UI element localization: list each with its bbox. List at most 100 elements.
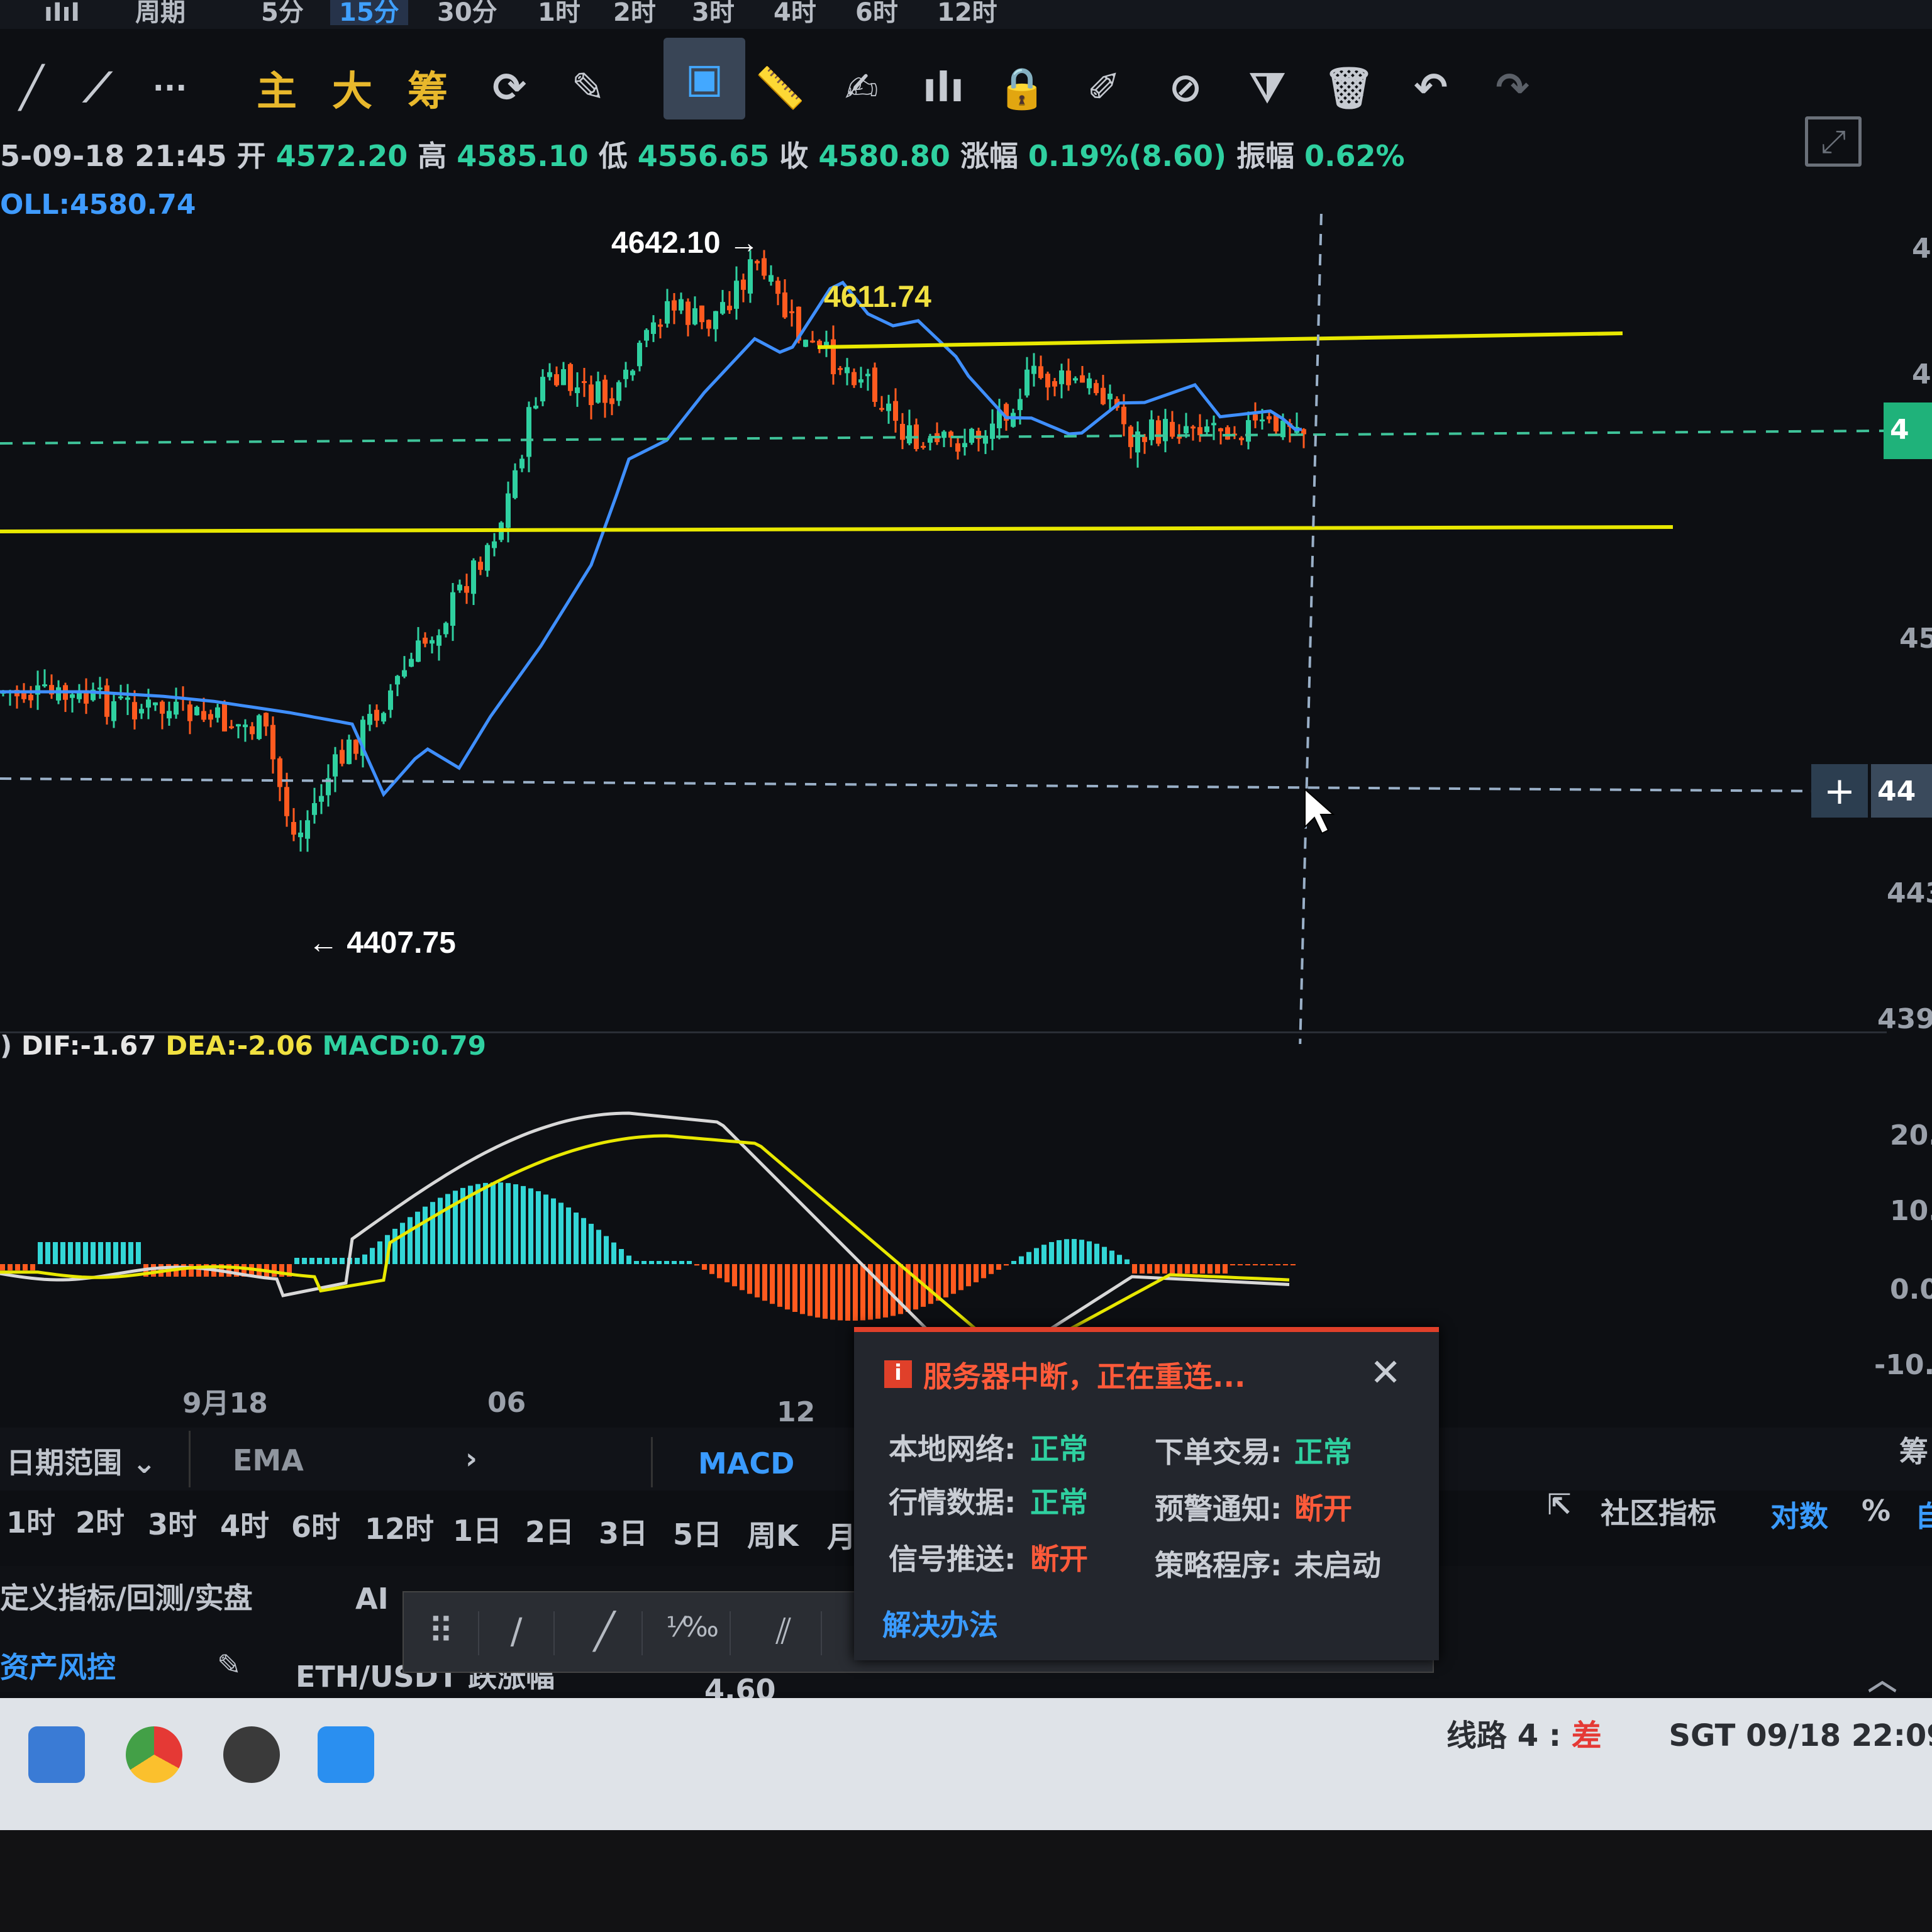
magnet-icon[interactable]: ⊘: [1154, 57, 1217, 119]
interval-4h[interactable]: 4时: [220, 1503, 269, 1545]
macd-bar: [1170, 1264, 1175, 1274]
price-axis-tick: 443: [1887, 877, 1932, 909]
candle-body: [817, 340, 822, 346]
macd-bar: [815, 1264, 820, 1318]
drag-handle-icon[interactable]: ⠿: [404, 1611, 479, 1655]
media-app-icon[interactable]: [223, 1726, 280, 1783]
brush-icon[interactable]: ✍: [830, 57, 893, 119]
chevron-right-icon[interactable]: ›: [465, 1441, 477, 1475]
note-icon[interactable]: ✐: [1072, 57, 1135, 119]
interval-week[interactable]: 周K: [747, 1513, 799, 1555]
price-axis-tick: 4: [1912, 233, 1931, 265]
macd-bar: [770, 1264, 775, 1304]
interval-1h[interactable]: 1时: [6, 1500, 55, 1541]
segment-tool-icon[interactable]: /: [479, 1611, 555, 1655]
macd-bar: [664, 1261, 669, 1264]
macd-bar: [332, 1258, 337, 1264]
pen-settings-icon[interactable]: ✎: [557, 57, 619, 119]
macd-bar: [574, 1213, 579, 1264]
chip-button[interactable]: 筹: [396, 57, 459, 119]
app-icon[interactable]: [28, 1726, 85, 1783]
chrome-icon[interactable]: [126, 1726, 182, 1783]
candle-body: [1184, 426, 1189, 433]
candle-body: [865, 374, 870, 377]
candle-body: [174, 701, 179, 715]
interval-2d[interactable]: 2日: [525, 1509, 574, 1551]
candle-body: [1066, 370, 1071, 386]
candle-body: [56, 687, 61, 701]
interval-5d[interactable]: 5日: [673, 1512, 722, 1553]
ruler-icon[interactable]: 📏: [748, 57, 811, 119]
candle-body: [713, 311, 718, 330]
candlestick-chart[interactable]: 4642.10 → 4611.74 ← 4407.75: [0, 214, 1932, 1044]
candle-body: [1225, 427, 1230, 440]
period-12h[interactable]: 12时: [937, 0, 997, 25]
more-tools-icon[interactable]: ···: [138, 57, 201, 119]
custom-indicator-link[interactable]: 定义指标/回测/实盘: [0, 1575, 253, 1617]
fib-tool-icon[interactable]: ⅟‰: [655, 1611, 731, 1655]
status-value: 断开: [1294, 1492, 1352, 1526]
macd-bar: [566, 1207, 571, 1264]
macd-bar: [0, 1264, 5, 1270]
status-value: 断开: [1030, 1542, 1088, 1576]
interval-3d[interactable]: 3日: [599, 1511, 648, 1552]
candle-body: [250, 726, 255, 735]
line-tool-icon[interactable]: ╱: [567, 1611, 643, 1655]
candle-body: [111, 701, 116, 721]
sync-icon[interactable]: ⟳: [478, 57, 541, 119]
interval-month[interactable]: 月: [827, 1514, 856, 1556]
period-30m[interactable]: 30分: [437, 0, 497, 25]
collapse-chevron-icon[interactable]: ︿: [1868, 1657, 1897, 1699]
layers-icon[interactable]: ▣: [663, 38, 745, 119]
parallel-channel-icon[interactable]: ⫽: [747, 1611, 822, 1655]
macd-indicator-tab[interactable]: MACD: [698, 1446, 794, 1480]
ema-indicator-tab[interactable]: EMA: [233, 1443, 304, 1477]
chart-type-select[interactable]: ıIıI: [44, 0, 80, 25]
solution-link[interactable]: 解决办法: [882, 1602, 998, 1644]
candle-body: [845, 367, 850, 374]
mouse-cursor-icon: [1304, 787, 1335, 835]
macd-chart[interactable]: [0, 1057, 1887, 1352]
candles-icon[interactable]: ılı: [912, 57, 975, 119]
risk-control-link[interactable]: 资产风控: [0, 1645, 116, 1686]
ray-tool-icon[interactable]: ⟋: [66, 57, 129, 119]
crosshair-horizontal: [0, 777, 1824, 792]
interval-3h[interactable]: 3时: [148, 1502, 197, 1543]
period-3h[interactable]: 3时: [692, 0, 735, 25]
period-15m[interactable]: 15分: [330, 0, 408, 25]
period-2h[interactable]: 2时: [613, 0, 656, 25]
interval-2h[interactable]: 2时: [75, 1500, 125, 1541]
redo-icon[interactable]: ↷: [1481, 57, 1544, 119]
line-tool-icon[interactable]: ╱: [0, 57, 63, 119]
candle-body: [409, 658, 414, 667]
period-5m[interactable]: 5分: [261, 0, 304, 25]
period-4h[interactable]: 4时: [774, 0, 816, 25]
lock-icon[interactable]: 🔒: [991, 57, 1053, 119]
candle-body: [1163, 419, 1168, 441]
undo-icon[interactable]: ↶: [1399, 57, 1462, 119]
main-indicator-button[interactable]: 主: [245, 57, 308, 119]
filter-icon[interactable]: ⧩: [1236, 57, 1299, 119]
chip-tab[interactable]: 筹: [1899, 1429, 1928, 1470]
notepad-icon[interactable]: [318, 1726, 374, 1783]
interval-6h[interactable]: 6时: [291, 1504, 340, 1546]
period-6h[interactable]: 6时: [855, 0, 898, 25]
close-icon[interactable]: ✕: [1370, 1351, 1401, 1395]
date-range-select[interactable]: 日期范围 ⌄: [6, 1440, 157, 1482]
macd-bar: [53, 1242, 58, 1264]
fullscreen-icon[interactable]: ⤢: [1805, 116, 1862, 167]
interval-12h[interactable]: 12时: [365, 1506, 434, 1548]
macd-bar: [1245, 1264, 1250, 1265]
big-order-button[interactable]: 大: [321, 57, 384, 119]
edit-icon[interactable]: ✎: [217, 1648, 242, 1682]
trash-icon[interactable]: 🗑: [1318, 57, 1380, 119]
interval-1d[interactable]: 1日: [453, 1508, 502, 1550]
candle-body: [962, 443, 967, 448]
period-1h[interactable]: 1时: [538, 0, 580, 25]
macd-bar: [438, 1197, 443, 1264]
ai-button[interactable]: AI: [355, 1582, 389, 1616]
add-alert-button[interactable]: +: [1811, 764, 1868, 818]
candle-body: [554, 374, 559, 386]
low-annotation: ← 4407.75: [308, 926, 456, 960]
period-menu[interactable]: 周期: [135, 0, 186, 25]
